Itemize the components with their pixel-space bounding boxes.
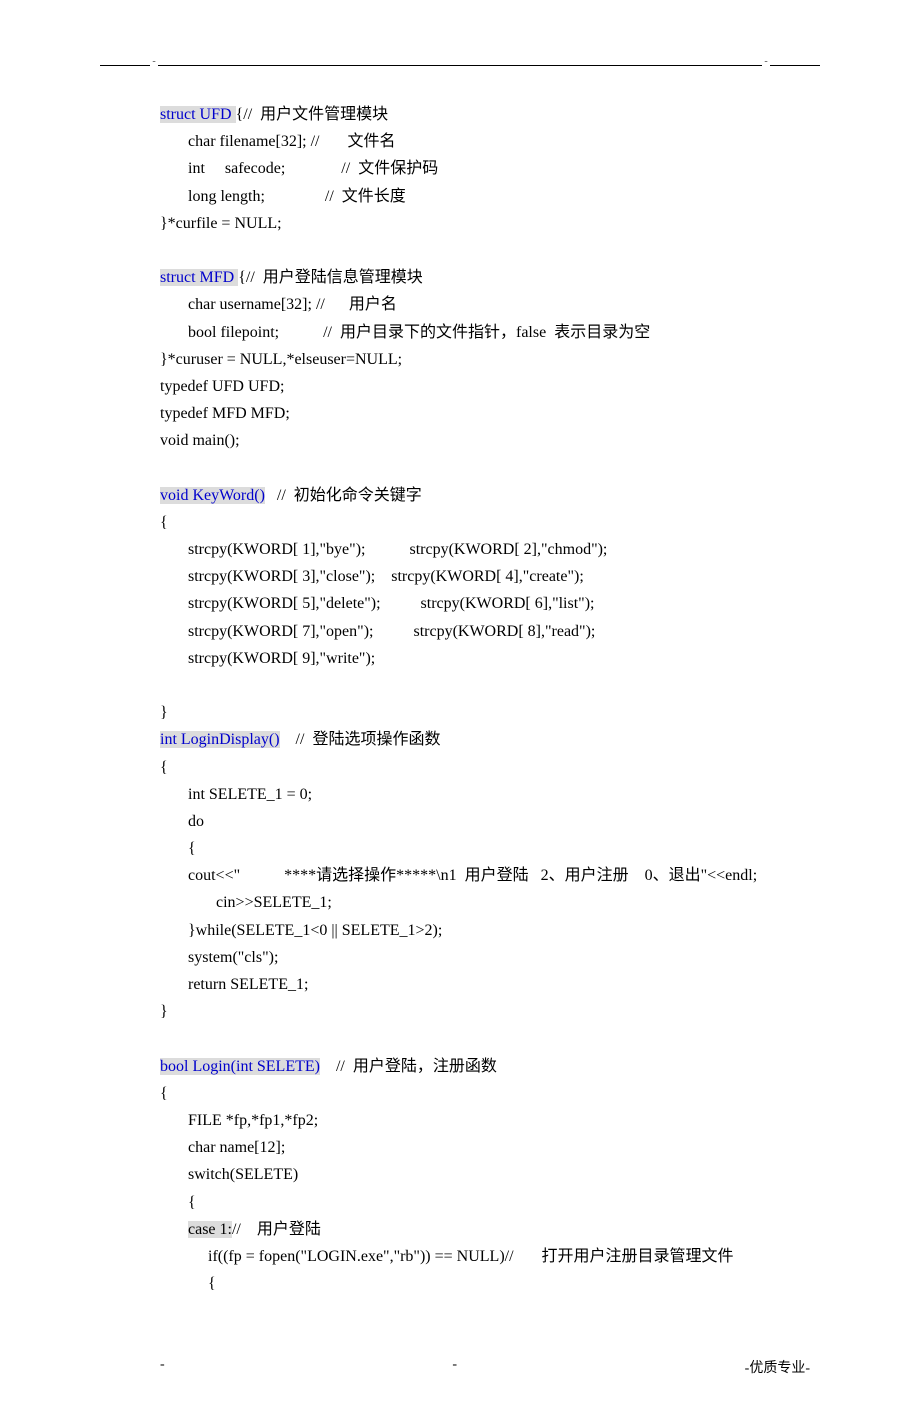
code-line: typedef UFD UFD; <box>160 373 810 400</box>
highlighted-token: struct MFD <box>160 269 238 286</box>
code-text: if((fp = fopen("LOGIN.exe","rb")) == NUL… <box>160 1248 734 1265</box>
highlighted-token: case 1: <box>188 1221 232 1238</box>
code-line: int LoginDisplay() // 登陆选项操作函数 <box>160 726 810 753</box>
code-text: int SELETE_1 = 0; <box>160 786 312 803</box>
code-text: { <box>160 759 168 776</box>
code-text: // 用户登陆 <box>232 1221 321 1238</box>
header-rule: - - <box>100 60 820 71</box>
code-text: {// 用户文件管理模块 <box>236 106 389 123</box>
code-line: do <box>160 808 810 835</box>
code-text: cout<<" ****请选择操作*****\n1 用户登陆 2、用户注册 0、… <box>160 867 757 884</box>
code-line: { <box>160 1189 810 1216</box>
highlighted-token: bool Login(int SELETE) <box>160 1058 320 1075</box>
code-line: int SELETE_1 = 0; <box>160 781 810 808</box>
highlighted-token: void KeyWord() <box>160 487 265 504</box>
code-line: cin>>SELETE_1; <box>160 889 810 916</box>
code-text: char filename[32]; // 文件名 <box>160 133 396 150</box>
code-line: strcpy(KWORD[ 5],"delete"); strcpy(KWORD… <box>160 590 810 617</box>
code-text: FILE *fp,*fp1,*fp2; <box>160 1112 318 1129</box>
code-text: { <box>160 840 196 857</box>
code-line: { <box>160 509 810 536</box>
code-text: { <box>160 1194 196 1211</box>
code-line: long length; // 文件长度 <box>160 183 810 210</box>
code-line: bool Login(int SELETE) // 用户登陆，注册函数 <box>160 1053 810 1080</box>
code-text: typedef MFD MFD; <box>160 405 290 422</box>
code-line: { <box>160 754 810 781</box>
code-line: } <box>160 699 810 726</box>
code-line: } <box>160 998 810 1025</box>
code-line <box>160 672 810 699</box>
code-text: {// 用户登陆信息管理模块 <box>238 269 423 286</box>
code-text: long length; // 文件长度 <box>160 188 406 205</box>
footer-right: -优质专业- <box>745 1357 810 1377</box>
code-text: strcpy(KWORD[ 1],"bye"); strcpy(KWORD[ 2… <box>160 541 607 558</box>
code-line: void main(); <box>160 427 810 454</box>
code-text: { <box>160 1275 216 1292</box>
code-text: }*curfile = NULL; <box>160 215 282 232</box>
code-text: switch(SELETE) <box>160 1166 298 1183</box>
code-line: }*curfile = NULL; <box>160 210 810 237</box>
code-text: strcpy(KWORD[ 9],"write"); <box>160 650 375 667</box>
footer-left: - <box>160 1357 165 1377</box>
code-text: char name[12]; <box>160 1139 285 1156</box>
code-line: }while(SELETE_1<0 || SELETE_1>2); <box>160 917 810 944</box>
code-text: typedef UFD UFD; <box>160 378 284 395</box>
code-line: strcpy(KWORD[ 9],"write"); <box>160 645 810 672</box>
code-line: char username[32]; // 用户名 <box>160 291 810 318</box>
code-line: if((fp = fopen("LOGIN.exe","rb")) == NUL… <box>160 1243 810 1270</box>
code-text: strcpy(KWORD[ 3],"close"); strcpy(KWORD[… <box>160 568 584 585</box>
page-container: - - struct UFD {// 用户文件管理模块 char filenam… <box>0 0 920 1417</box>
code-text: return SELETE_1; <box>160 976 308 993</box>
code-line: struct UFD {// 用户文件管理模块 <box>160 101 810 128</box>
code-line <box>160 1025 810 1052</box>
code-line: strcpy(KWORD[ 3],"close"); strcpy(KWORD[… <box>160 563 810 590</box>
code-line: FILE *fp,*fp1,*fp2; <box>160 1107 810 1134</box>
code-line <box>160 454 810 481</box>
footer: - - -优质专业- <box>100 1357 820 1377</box>
code-line: void KeyWord() // 初始化命令关键字 <box>160 482 810 509</box>
highlighted-token: int LoginDisplay() <box>160 731 280 748</box>
code-text: } <box>160 704 168 721</box>
code-text: // 初始化命令关键字 <box>265 487 422 504</box>
code-text: bool filepoint; // 用户目录下的文件指针，false 表示目录… <box>160 324 650 341</box>
code-line: struct MFD {// 用户登陆信息管理模块 <box>160 264 810 291</box>
code-line <box>160 237 810 264</box>
code-line: { <box>160 1270 810 1297</box>
code-line: bool filepoint; // 用户目录下的文件指针，false 表示目录… <box>160 319 810 346</box>
code-line: char filename[32]; // 文件名 <box>160 128 810 155</box>
code-line: switch(SELETE) <box>160 1161 810 1188</box>
code-text: // 登陆选项操作函数 <box>280 731 441 748</box>
code-text: system("cls"); <box>160 949 278 966</box>
code-line: strcpy(KWORD[ 1],"bye"); strcpy(KWORD[ 2… <box>160 536 810 563</box>
code-line: char name[12]; <box>160 1134 810 1161</box>
code-text: { <box>160 514 168 531</box>
code-line: system("cls"); <box>160 944 810 971</box>
code-text: }*curuser = NULL,*elseuser=NULL; <box>160 351 402 368</box>
code-text: void main(); <box>160 432 240 449</box>
footer-middle: - <box>452 1357 457 1377</box>
code-text: { <box>160 1085 168 1102</box>
highlighted-token: struct UFD <box>160 106 236 123</box>
code-text: do <box>160 813 204 830</box>
code-text: strcpy(KWORD[ 7],"open"); strcpy(KWORD[ … <box>160 623 595 640</box>
code-content: struct UFD {// 用户文件管理模块 char filename[32… <box>100 101 820 1297</box>
code-line: typedef MFD MFD; <box>160 400 810 427</box>
code-text <box>160 1221 188 1238</box>
code-text: } <box>160 1003 168 1020</box>
code-line: }*curuser = NULL,*elseuser=NULL; <box>160 346 810 373</box>
code-line: strcpy(KWORD[ 7],"open"); strcpy(KWORD[ … <box>160 618 810 645</box>
code-line: case 1:// 用户登陆 <box>160 1216 810 1243</box>
code-text: cin>>SELETE_1; <box>160 894 332 911</box>
code-line: { <box>160 1080 810 1107</box>
code-line: cout<<" ****请选择操作*****\n1 用户登陆 2、用户注册 0、… <box>160 862 810 889</box>
code-text: char username[32]; // 用户名 <box>160 296 397 313</box>
code-text: int safecode; // 文件保护码 <box>160 160 438 177</box>
code-text: }while(SELETE_1<0 || SELETE_1>2); <box>160 922 442 939</box>
code-line: int safecode; // 文件保护码 <box>160 155 810 182</box>
code-line: { <box>160 835 810 862</box>
code-text: strcpy(KWORD[ 5],"delete"); strcpy(KWORD… <box>160 595 594 612</box>
code-text: // 用户登陆，注册函数 <box>320 1058 497 1075</box>
code-line: return SELETE_1; <box>160 971 810 998</box>
